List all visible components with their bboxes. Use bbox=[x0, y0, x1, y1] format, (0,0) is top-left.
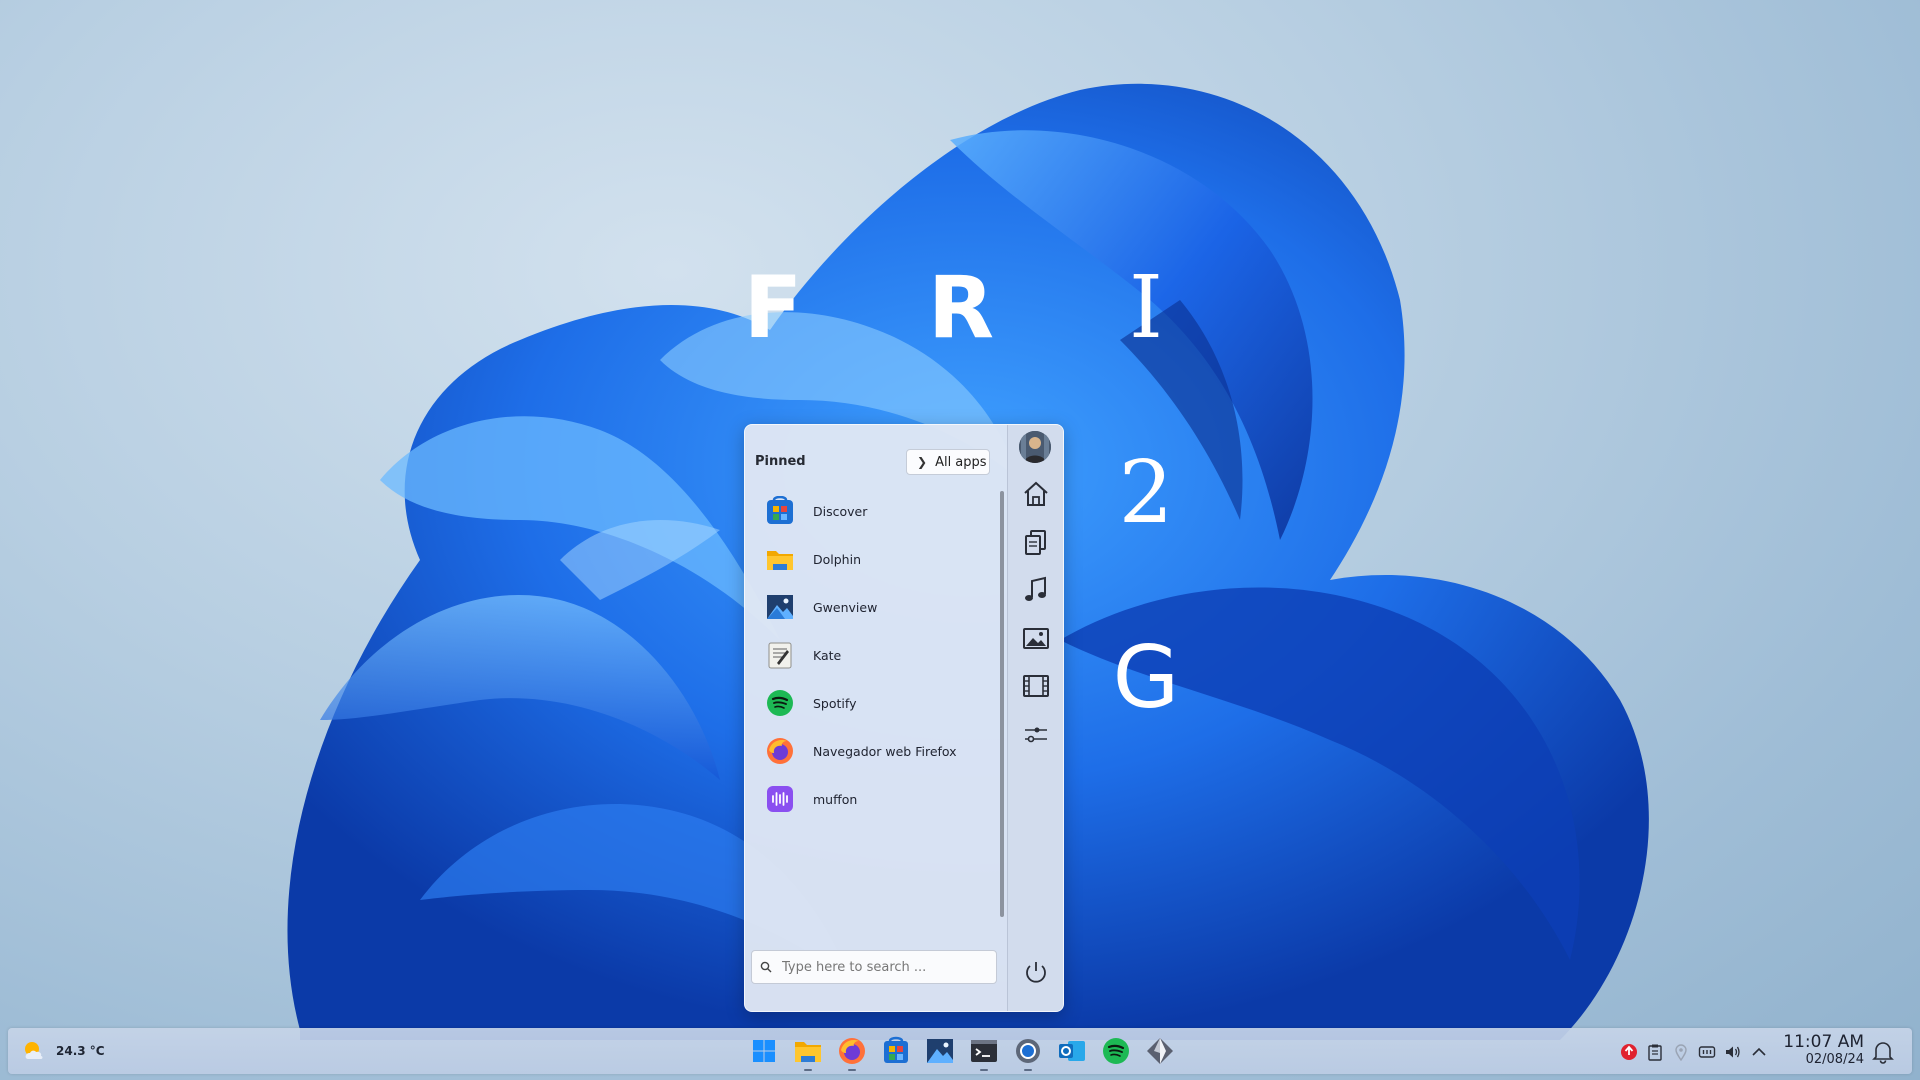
app-label: Dolphin bbox=[813, 551, 861, 567]
battery-icon[interactable] bbox=[1698, 1043, 1716, 1061]
chevron-right-icon: ❯ bbox=[917, 455, 928, 469]
pinned-scrollbar[interactable] bbox=[1000, 491, 1004, 917]
pictures-icon[interactable] bbox=[1021, 623, 1051, 653]
terminal-icon[interactable] bbox=[968, 1035, 1000, 1067]
gwenview-icon[interactable] bbox=[924, 1035, 956, 1067]
spotify-icon[interactable] bbox=[1100, 1035, 1132, 1067]
file-manager-icon[interactable] bbox=[792, 1035, 824, 1067]
app-label: Discover bbox=[813, 503, 868, 519]
taskbar: 24.3 °C 11:07 AM 02/08/24 bbox=[8, 1028, 1912, 1074]
avatar-image bbox=[1019, 431, 1051, 463]
power-icon[interactable] bbox=[1021, 957, 1051, 987]
settings-icon[interactable] bbox=[1012, 1035, 1044, 1067]
muffon-icon bbox=[767, 786, 793, 812]
start-icon[interactable] bbox=[748, 1035, 780, 1067]
taskbar-clock[interactable]: 11:07 AM 02/08/24 bbox=[1780, 1032, 1864, 1068]
settings-icon[interactable] bbox=[1021, 719, 1051, 749]
wallpaper-letter-f: F bbox=[743, 258, 803, 358]
update-alert-icon[interactable] bbox=[1620, 1043, 1638, 1061]
home-icon[interactable] bbox=[1021, 479, 1051, 509]
start-menu-side-rail bbox=[1007, 425, 1063, 1011]
start-search-box[interactable] bbox=[751, 950, 997, 984]
tray-expand-icon[interactable] bbox=[1750, 1043, 1768, 1061]
firefox-icon bbox=[767, 738, 793, 764]
weather-temperature: 24.3 °C bbox=[56, 1044, 105, 1058]
app-icon[interactable] bbox=[1144, 1035, 1176, 1067]
folder-icon bbox=[767, 551, 793, 570]
running-indicator bbox=[980, 1069, 988, 1071]
image-viewer-icon bbox=[767, 595, 793, 619]
volume-icon[interactable] bbox=[1724, 1043, 1742, 1061]
search-icon bbox=[760, 961, 772, 973]
pinned-section-title: Pinned bbox=[755, 454, 806, 469]
start-menu: Pinned ❯ All apps Discover Dolphin Gwenv… bbox=[744, 424, 1064, 1012]
pinned-app-kate[interactable]: Kate bbox=[765, 633, 995, 677]
firefox-icon[interactable] bbox=[836, 1035, 868, 1067]
wallpaper-letter-r: R bbox=[927, 258, 995, 358]
clipboard-icon[interactable] bbox=[1646, 1043, 1664, 1061]
clock-time: 11:07 AM bbox=[1783, 1032, 1864, 1052]
pinned-app-muffon[interactable]: muffon bbox=[765, 777, 995, 821]
location-icon[interactable] bbox=[1672, 1043, 1690, 1061]
pinned-app-discover[interactable]: Discover bbox=[765, 489, 995, 533]
app-label: Navegador web Firefox bbox=[813, 743, 957, 759]
app-label: Spotify bbox=[813, 695, 857, 711]
spotify-icon bbox=[767, 690, 793, 716]
music-icon[interactable] bbox=[1021, 575, 1051, 605]
text-editor-icon bbox=[768, 642, 792, 669]
app-label: Gwenview bbox=[813, 599, 878, 615]
wallpaper-letter-2: 2 bbox=[1118, 443, 1174, 543]
running-indicator bbox=[804, 1069, 812, 1071]
pinned-app-gwenview[interactable]: Gwenview bbox=[765, 585, 995, 629]
wallpaper-letter-g: G bbox=[1112, 628, 1180, 728]
running-indicator bbox=[848, 1069, 856, 1071]
clock-date: 02/08/24 bbox=[1805, 1052, 1864, 1067]
app-label: Kate bbox=[813, 647, 842, 663]
pinned-app-firefox[interactable]: Navegador web Firefox bbox=[765, 729, 995, 773]
discover-icon[interactable] bbox=[880, 1035, 912, 1067]
weather-icon bbox=[25, 1042, 43, 1059]
wallpaper-letter-i: I bbox=[1129, 258, 1163, 358]
documents-icon[interactable] bbox=[1021, 527, 1051, 557]
bell-icon[interactable] bbox=[1870, 1038, 1896, 1064]
running-indicator bbox=[1024, 1069, 1032, 1071]
app-label: muffon bbox=[813, 791, 858, 807]
all-apps-label: All apps bbox=[935, 454, 987, 470]
weather-widget[interactable]: 24.3 °C bbox=[20, 1037, 105, 1065]
user-avatar[interactable] bbox=[1019, 431, 1051, 463]
pinned-app-dolphin[interactable]: Dolphin bbox=[765, 537, 995, 581]
discover-icon bbox=[767, 496, 793, 524]
videos-icon[interactable] bbox=[1021, 671, 1051, 701]
pinned-app-spotify[interactable]: Spotify bbox=[765, 681, 995, 725]
start-menu-main-panel: Pinned ❯ All apps Discover Dolphin Gwenv… bbox=[745, 425, 1007, 1011]
all-apps-button[interactable]: ❯ All apps bbox=[906, 449, 990, 475]
search-input[interactable] bbox=[780, 958, 984, 976]
outlook-icon[interactable] bbox=[1056, 1035, 1088, 1067]
